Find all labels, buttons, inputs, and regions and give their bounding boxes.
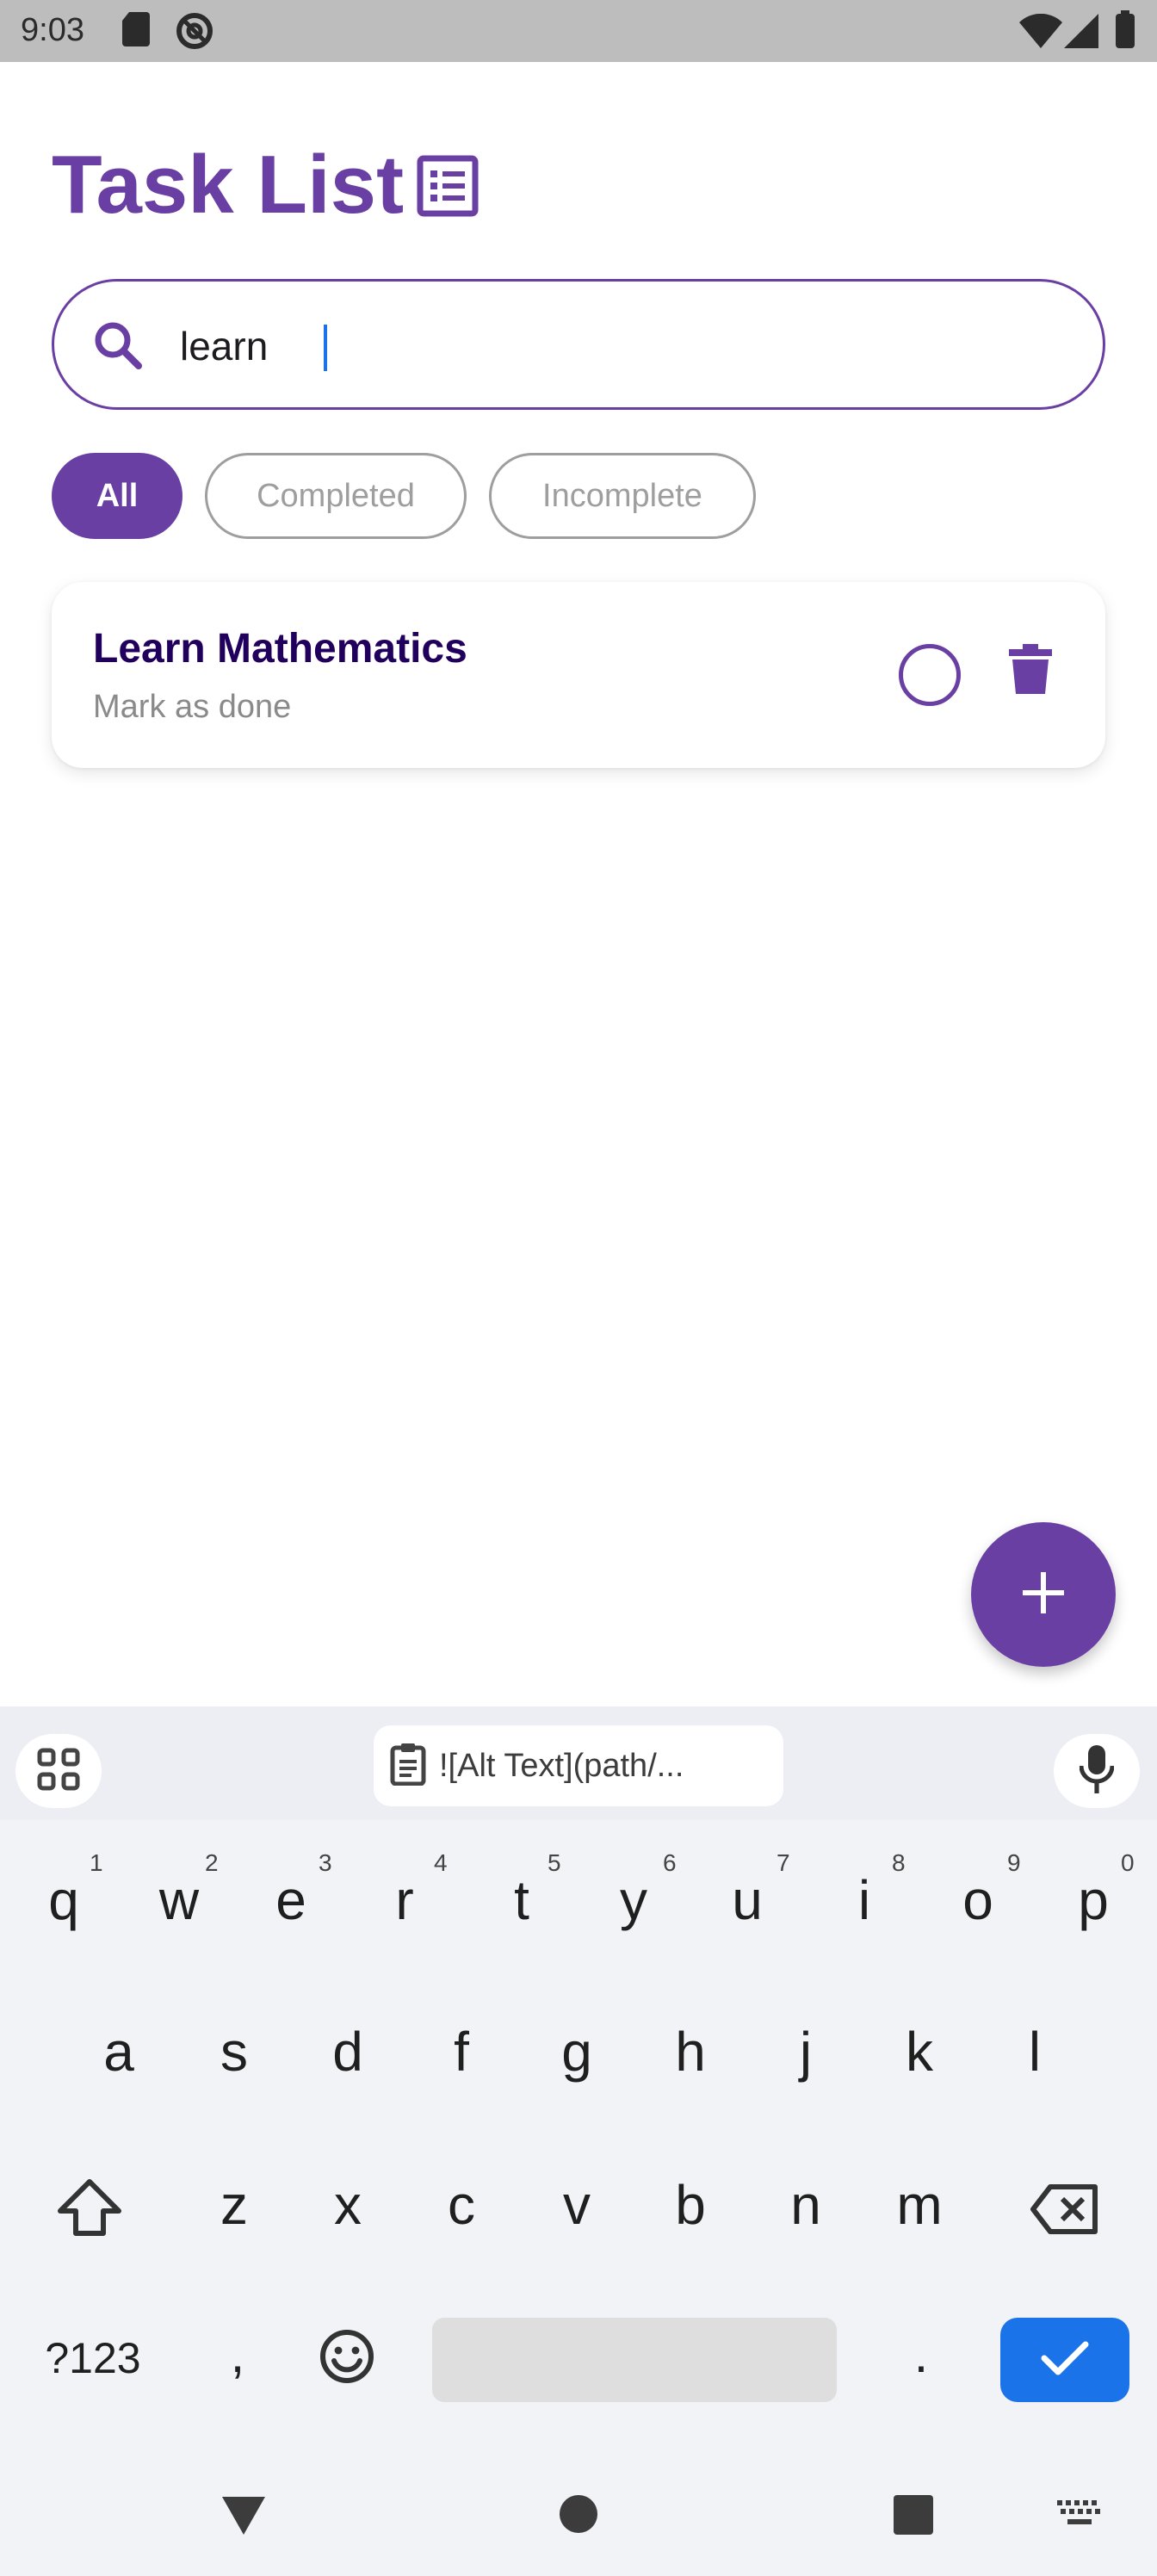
key-v[interactable]: v <box>525 2173 628 2237</box>
key-j[interactable]: j <box>754 2020 857 2084</box>
key-p[interactable]: p <box>1042 1868 1145 1932</box>
key-z[interactable]: z <box>183 2173 286 2237</box>
key-m[interactable]: m <box>868 2173 971 2237</box>
search-input[interactable] <box>180 318 1041 375</box>
key-g[interactable]: g <box>525 2020 628 2084</box>
key-y[interactable]: y <box>582 1868 685 1932</box>
key-h[interactable]: h <box>639 2020 742 2084</box>
delete-icon[interactable] <box>1009 644 1052 698</box>
key-hint: 4 <box>434 1849 448 1876</box>
search-icon <box>90 318 145 377</box>
key-o[interactable]: o <box>926 1868 1030 1932</box>
nav-recents-button[interactable] <box>894 2495 933 2535</box>
shift-key[interactable] <box>55 2178 124 2243</box>
key-s[interactable]: s <box>183 2020 286 2084</box>
key-k[interactable]: k <box>868 2020 971 2084</box>
key-hint: 3 <box>319 1849 332 1876</box>
sd-card-icon <box>122 12 153 51</box>
keyboard: ![Alt Text](path/... <box>0 1706 1157 2576</box>
no-disturb-icon <box>176 12 213 54</box>
key-i[interactable]: i <box>813 1868 916 1932</box>
keyboard-toolbar: ![Alt Text](path/... <box>0 1706 1157 1820</box>
check-icon <box>1041 2339 1089 2381</box>
filter-chip-completed[interactable]: Completed <box>205 453 467 539</box>
keyboard-menu-button[interactable] <box>15 1734 102 1808</box>
key-l[interactable]: l <box>983 2020 1086 2084</box>
key-q[interactable]: q <box>12 1868 115 1932</box>
microphone-icon <box>1079 1744 1115 1798</box>
search-bar[interactable] <box>52 279 1105 410</box>
key-x[interactable]: x <box>296 2173 399 2237</box>
key-w[interactable]: w <box>127 1868 231 1932</box>
battery-icon <box>1116 10 1135 53</box>
clipboard-icon <box>389 1743 427 1790</box>
task-subtitle: Mark as done <box>93 689 292 725</box>
key-f[interactable]: f <box>410 2020 513 2084</box>
clipboard-text: ![Alt Text](path/... <box>439 1747 684 1784</box>
page-title: Task List <box>52 139 405 231</box>
key-c[interactable]: c <box>410 2173 513 2237</box>
key-hint: 1 <box>90 1849 103 1876</box>
task-card[interactable]: Learn Mathematics Mark as done <box>52 582 1105 768</box>
signal-icon <box>1064 14 1098 53</box>
text-cursor <box>324 325 327 371</box>
key-r[interactable]: r <box>353 1868 456 1932</box>
key-hint: 0 <box>1121 1849 1135 1876</box>
space-key[interactable] <box>432 2318 837 2402</box>
key-hint: 2 <box>205 1849 219 1876</box>
key-u[interactable]: u <box>696 1868 799 1932</box>
plus-icon <box>1023 1571 1064 1618</box>
key-b[interactable]: b <box>639 2173 742 2237</box>
filter-chip-all[interactable]: All <box>52 453 183 539</box>
filter-chip-incomplete[interactable]: Incomplete <box>489 453 756 539</box>
key-hint: 8 <box>892 1849 906 1876</box>
nav-home-button[interactable] <box>560 2495 597 2533</box>
task-complete-checkbox[interactable] <box>899 644 961 706</box>
nav-back-icon[interactable] <box>222 2497 265 2539</box>
add-task-button[interactable] <box>971 1522 1116 1667</box>
key-hint: 5 <box>548 1849 561 1876</box>
voice-input-button[interactable] <box>1054 1734 1140 1808</box>
key-hint: 6 <box>663 1849 677 1876</box>
task-title: Learn Mathematics <box>93 626 467 672</box>
symbols-key[interactable]: ?123 <box>33 2333 153 2383</box>
key-hint: 9 <box>1007 1849 1021 1876</box>
key-e[interactable]: e <box>239 1868 343 1932</box>
keyboard-switch-icon[interactable] <box>1057 2500 1102 2530</box>
grid-icon <box>36 1747 81 1796</box>
backspace-icon[interactable] <box>1030 2183 1098 2239</box>
period-key[interactable]: . <box>887 2325 956 2384</box>
enter-key[interactable] <box>1000 2318 1129 2402</box>
key-a[interactable]: a <box>67 2020 170 2084</box>
clipboard-suggestion[interactable]: ![Alt Text](path/... <box>374 1725 783 1806</box>
wifi-icon <box>1019 13 1062 53</box>
key-n[interactable]: n <box>754 2173 857 2237</box>
list-alt-icon <box>417 155 479 221</box>
key-hint: 7 <box>776 1849 790 1876</box>
key-t[interactable]: t <box>470 1868 573 1932</box>
emoji-icon[interactable] <box>319 2328 375 2389</box>
key-d[interactable]: d <box>296 2020 399 2084</box>
status-bar: 9:03 <box>0 0 1157 62</box>
comma-key[interactable]: , <box>203 2325 272 2384</box>
status-time: 9:03 <box>21 12 84 48</box>
